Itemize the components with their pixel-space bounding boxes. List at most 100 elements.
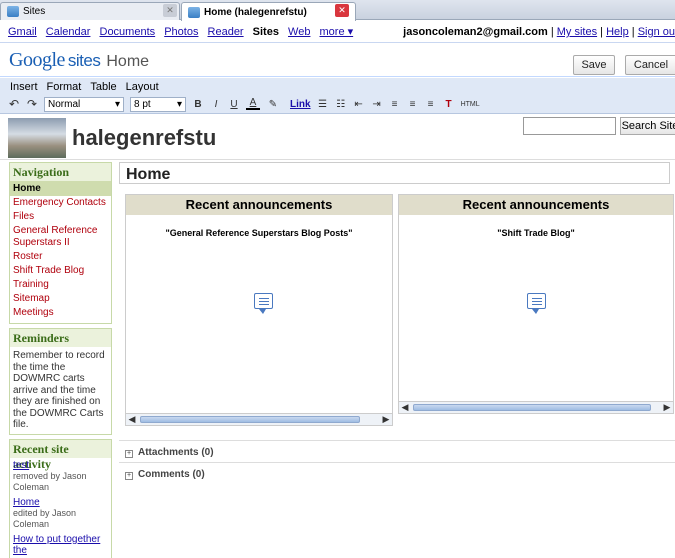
sites-favicon-icon <box>7 6 19 17</box>
expand-plus-icon[interactable]: + <box>125 472 133 480</box>
announcements-gadget-1: Recent announcements "General Reference … <box>125 194 393 426</box>
google-wordmark: Google <box>9 48 65 71</box>
reminders-text: Remember to record the time the DOWMRC c… <box>13 350 105 430</box>
sidebar-item-meetings[interactable]: Meetings <box>10 306 111 323</box>
sites-wordmark: sites <box>67 50 101 70</box>
sidebar-item-files[interactable]: Files <box>10 210 111 224</box>
sidebar-item-general-reference[interactable]: General Reference Superstars II <box>10 224 111 250</box>
gbar-photos[interactable]: Photos <box>164 26 198 38</box>
align-left-icon[interactable]: ≡ <box>389 99 401 110</box>
attachments-label: Attachments (0) <box>138 447 214 458</box>
menu-insert[interactable]: Insert <box>10 81 38 93</box>
gbar-user-links: jasoncoleman2@gmail.com | My sites | Hel… <box>403 26 675 38</box>
activity-link[interactable]: Home <box>13 497 40 508</box>
close-tab-icon[interactable]: ✕ <box>163 4 177 17</box>
font-size-select[interactable]: 8 pt ▾ <box>130 96 186 112</box>
paragraph-style-select[interactable]: Normal ▾ <box>44 96 124 112</box>
my-sites-link[interactable]: My sites <box>557 26 597 38</box>
activity-item: test removed by Jason Coleman <box>13 459 87 492</box>
gbar-documents[interactable]: Documents <box>100 26 156 38</box>
reminders-heading: Reminders <box>10 329 111 347</box>
undo-icon[interactable]: ↶ <box>8 97 20 111</box>
site-name: halegenrefstu <box>72 125 217 150</box>
comments-section[interactable]: + Comments (0) <box>119 462 675 482</box>
sidebar: Navigation Home Emergency Contacts Files… <box>9 162 112 558</box>
scroll-right-icon[interactable]: ▶ <box>661 402 673 413</box>
gbar-reader[interactable]: Reader <box>208 26 244 38</box>
search-site-button[interactable]: Search Site <box>620 117 675 135</box>
site-logo-image <box>8 118 66 158</box>
help-link[interactable]: Help <box>606 26 629 38</box>
page-title[interactable]: Home <box>119 162 670 184</box>
navigation-box: Navigation Home Emergency Contacts Files… <box>9 162 112 324</box>
recent-activity-heading: Recent site activity <box>10 439 111 471</box>
gbar-more[interactable]: more ▾ <box>320 26 354 38</box>
highlight-color-icon[interactable]: ✎ <box>266 99 280 110</box>
gbar-calendar[interactable]: Calendar <box>46 26 91 38</box>
sites-favicon-icon <box>188 6 200 18</box>
sidebar-item-emergency-contacts[interactable]: Emergency Contacts <box>10 196 111 210</box>
bold-button[interactable]: B <box>192 99 204 110</box>
google-sites-logo[interactable]: Google sites <box>9 48 101 72</box>
activity-item: Home edited by Jason Coleman <box>13 496 77 529</box>
user-email: jasoncoleman2@gmail.com <box>403 26 548 38</box>
sidebar-item-shift-trade-blog[interactable]: Shift Trade Blog <box>10 264 111 278</box>
sidebar-item-training[interactable]: Training <box>10 278 111 292</box>
editor-menubar: Insert Format Table Layout <box>0 78 675 95</box>
gbar-gmail[interactable]: Gmail <box>8 26 37 38</box>
menu-table[interactable]: Table <box>90 81 116 93</box>
scroll-left-icon[interactable]: ◀ <box>126 414 138 425</box>
save-button[interactable]: Save <box>573 55 615 75</box>
bulleted-list-icon[interactable]: ☷ <box>335 99 347 110</box>
sidebar-item-sitemap[interactable]: Sitemap <box>10 292 111 306</box>
activity-item: How to put together the <box>10 532 111 558</box>
link-button[interactable]: Link <box>290 99 311 110</box>
menu-format[interactable]: Format <box>47 81 82 93</box>
chevron-down-icon: ▾ <box>176 98 182 110</box>
gadget-title: Recent announcements <box>399 195 673 215</box>
gadget-horizontal-scrollbar[interactable]: ◀ ▶ <box>126 413 392 425</box>
gbar-sites-current: Sites <box>252 26 279 38</box>
redo-icon[interactable]: ↷ <box>26 97 38 111</box>
chevron-down-icon: ▾ <box>114 98 120 110</box>
reminders-box: Reminders Remember to record the time th… <box>9 328 112 435</box>
comment-bubble-icon <box>254 293 273 314</box>
navigation-heading: Navigation <box>10 163 111 181</box>
activity-link[interactable]: How to put together the <box>13 534 100 556</box>
tab-sites[interactable]: Sites <box>0 2 180 20</box>
remove-formatting-icon[interactable]: T <box>443 99 455 110</box>
announcements-gadget-2: Recent announcements "Shift Trade Blog" … <box>398 194 674 414</box>
indent-less-icon[interactable]: ⇤ <box>353 99 365 110</box>
cancel-button[interactable]: Cancel <box>625 55 675 75</box>
gadget-subtitle: "General Reference Superstars Blog Posts… <box>165 228 353 238</box>
expand-plus-icon[interactable]: + <box>125 450 133 458</box>
scroll-left-icon[interactable]: ◀ <box>399 402 411 413</box>
gadget-horizontal-scrollbar[interactable]: ◀ ▶ <box>399 401 673 413</box>
search-site-input[interactable] <box>523 117 616 135</box>
editing-page-name: Home <box>106 52 150 70</box>
align-right-icon[interactable]: ≡ <box>425 99 437 110</box>
underline-button[interactable]: U <box>228 99 240 110</box>
gbar-web[interactable]: Web <box>288 26 310 38</box>
activity-link[interactable]: test <box>13 460 29 471</box>
indent-more-icon[interactable]: ⇥ <box>371 99 383 110</box>
attachments-section[interactable]: + Attachments (0) <box>119 440 675 460</box>
numbered-list-icon[interactable]: ☰ <box>317 99 329 110</box>
text-color-icon[interactable]: A <box>246 98 260 110</box>
scroll-right-icon[interactable]: ▶ <box>380 414 392 425</box>
italic-button[interactable]: I <box>210 99 222 110</box>
html-edit-button[interactable]: HTML <box>461 101 480 108</box>
recent-activity-box: Recent site activity test removed by Jas… <box>9 438 112 558</box>
comment-bubble-icon <box>527 293 546 314</box>
align-center-icon[interactable]: ≡ <box>407 99 419 110</box>
close-active-tab-icon[interactable]: ✕ <box>335 4 349 17</box>
sign-out-link[interactable]: Sign ou <box>638 26 675 38</box>
sidebar-item-home[interactable]: Home <box>10 181 111 196</box>
scrollbar-thumb[interactable] <box>140 416 360 423</box>
sidebar-item-roster[interactable]: Roster <box>10 250 111 264</box>
tab-home-halegenrefstu[interactable]: Home (halegenrefstu) <box>181 2 356 21</box>
scrollbar-thumb[interactable] <box>413 404 651 411</box>
google-bar: Gmail Calendar Documents Photos Reader S… <box>0 21 675 43</box>
browser-tab-strip: Sites ✕ Home (halegenrefstu) ✕ <box>0 0 675 21</box>
menu-layout[interactable]: Layout <box>126 81 159 93</box>
